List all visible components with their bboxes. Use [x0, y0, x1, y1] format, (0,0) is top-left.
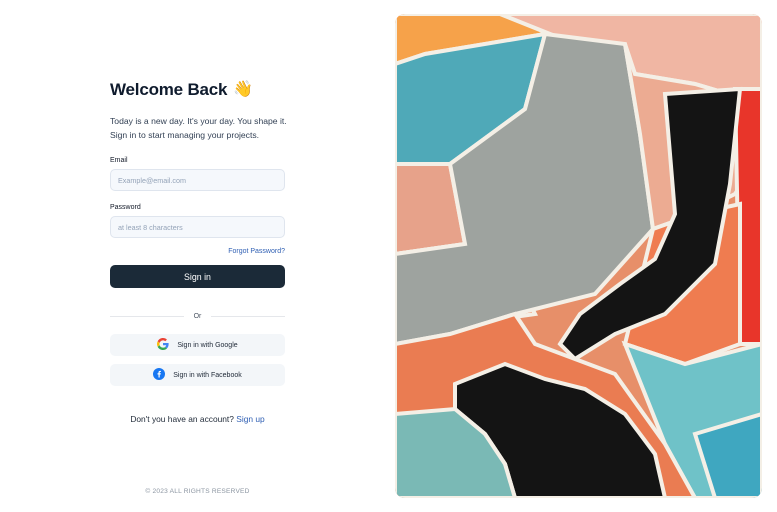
copyright-footer: © 2023 ALL RIGHTS RESERVED	[145, 488, 250, 495]
facebook-icon	[153, 368, 166, 382]
facebook-signin-button[interactable]: Sign in with Facebook	[110, 364, 285, 386]
google-icon	[157, 338, 169, 352]
google-signin-button[interactable]: Sign in with Google	[110, 334, 285, 356]
password-field-group: Password at least 8 characters	[110, 204, 285, 238]
title-text: Welcome Back	[110, 80, 228, 99]
sign-in-button[interactable]: Sign in	[110, 265, 285, 288]
login-panel: Welcome Back 👋 Today is a new day. It's …	[0, 0, 395, 512]
divider-label: Or	[193, 313, 202, 320]
facebook-signin-label: Sign in with Facebook	[173, 371, 242, 379]
divider-line-right	[211, 316, 285, 317]
login-form: Welcome Back 👋 Today is a new day. It's …	[110, 80, 287, 424]
signup-prompt-text: Don't you have an account?	[130, 414, 234, 424]
page-subtitle: Today is a new day. It's your day. You s…	[110, 116, 287, 140]
email-field[interactable]: Example@email.com	[110, 169, 285, 191]
email-field-group: Email Example@email.com	[110, 157, 285, 191]
divider-line-left	[110, 316, 184, 317]
google-signin-label: Sign in with Google	[177, 341, 238, 349]
forgot-password-link[interactable]: Forgot Password?	[110, 248, 285, 255]
password-field[interactable]: at least 8 characters	[110, 216, 285, 238]
or-divider: Or	[110, 313, 285, 320]
abstract-mural-image	[395, 14, 762, 498]
password-label: Password	[110, 204, 141, 211]
mural-artwork	[395, 14, 762, 498]
page-title: Welcome Back 👋	[110, 80, 285, 100]
sign-up-link[interactable]: Sign up	[236, 414, 264, 424]
signup-prompt: Don't you have an account? Sign up	[110, 414, 285, 424]
wave-emoji-icon: 👋	[233, 81, 254, 98]
email-label: Email	[110, 157, 128, 164]
